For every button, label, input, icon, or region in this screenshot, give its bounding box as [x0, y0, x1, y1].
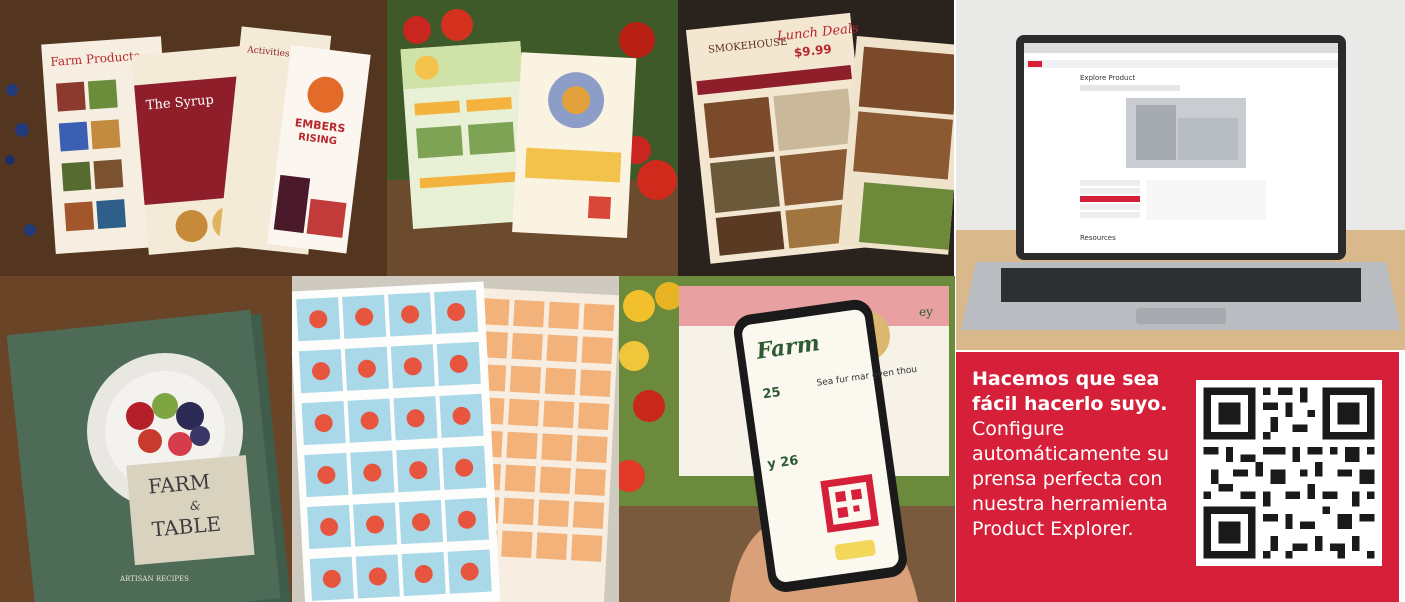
- laptop-illustration: Explore Product Resources: [956, 0, 1405, 350]
- photo-farm-products-flyers: Farm Products The Syrup Activities & Off…: [0, 0, 387, 276]
- poster-date-1: 25: [762, 385, 782, 402]
- photo-market-flyers: [387, 0, 678, 276]
- poster-sub-text: ey: [919, 305, 933, 319]
- phone-poster-illustration: ey Farm 25 y 26 Sea fur mar even thou: [619, 276, 955, 602]
- restaurant-menu-illustration: SMOKEHOUSE Lunch Deals $9.99: [678, 0, 954, 276]
- farm-flyers-illustration: Farm Products The Syrup Activities & Off…: [0, 0, 387, 276]
- promo-body: Configure automáticamente su prensa perf…: [972, 418, 1170, 540]
- market-flyers-illustration: [387, 0, 678, 276]
- promo-text-block: Hacemos que sea fácil hacerlo suyo. Conf…: [972, 367, 1177, 542]
- laptop-section-title: Resources: [1080, 234, 1116, 242]
- photo-phone-scanning-poster: ey Farm 25 y 26 Sea fur mar even thou: [619, 276, 955, 602]
- cookbook-subtitle: ARTISAN RECIPES: [119, 575, 189, 583]
- photo-label-sheets: [292, 276, 619, 602]
- promo-headline: Hacemos que sea fácil hacerlo suyo.: [972, 368, 1168, 415]
- qr-code-graphic: [1196, 380, 1382, 566]
- photo-farm-to-table-cookbook: FARM & TABLE ARTISAN RECIPES: [0, 276, 292, 602]
- laptop-page-title: Explore Product: [1080, 74, 1135, 82]
- promo-banner: Hacemos que sea fácil hacerlo suyo. Conf…: [956, 352, 1399, 602]
- photo-laptop-product-explorer: Explore Product Resources: [956, 0, 1405, 350]
- photo-restaurant-menu: SMOKEHOUSE Lunch Deals $9.99: [678, 0, 954, 276]
- label-sheets-illustration: [292, 276, 619, 602]
- cookbook-illustration: FARM & TABLE ARTISAN RECIPES: [0, 276, 292, 602]
- cookbook-amp: &: [189, 498, 201, 513]
- qr-code-icon[interactable]: [1196, 380, 1382, 566]
